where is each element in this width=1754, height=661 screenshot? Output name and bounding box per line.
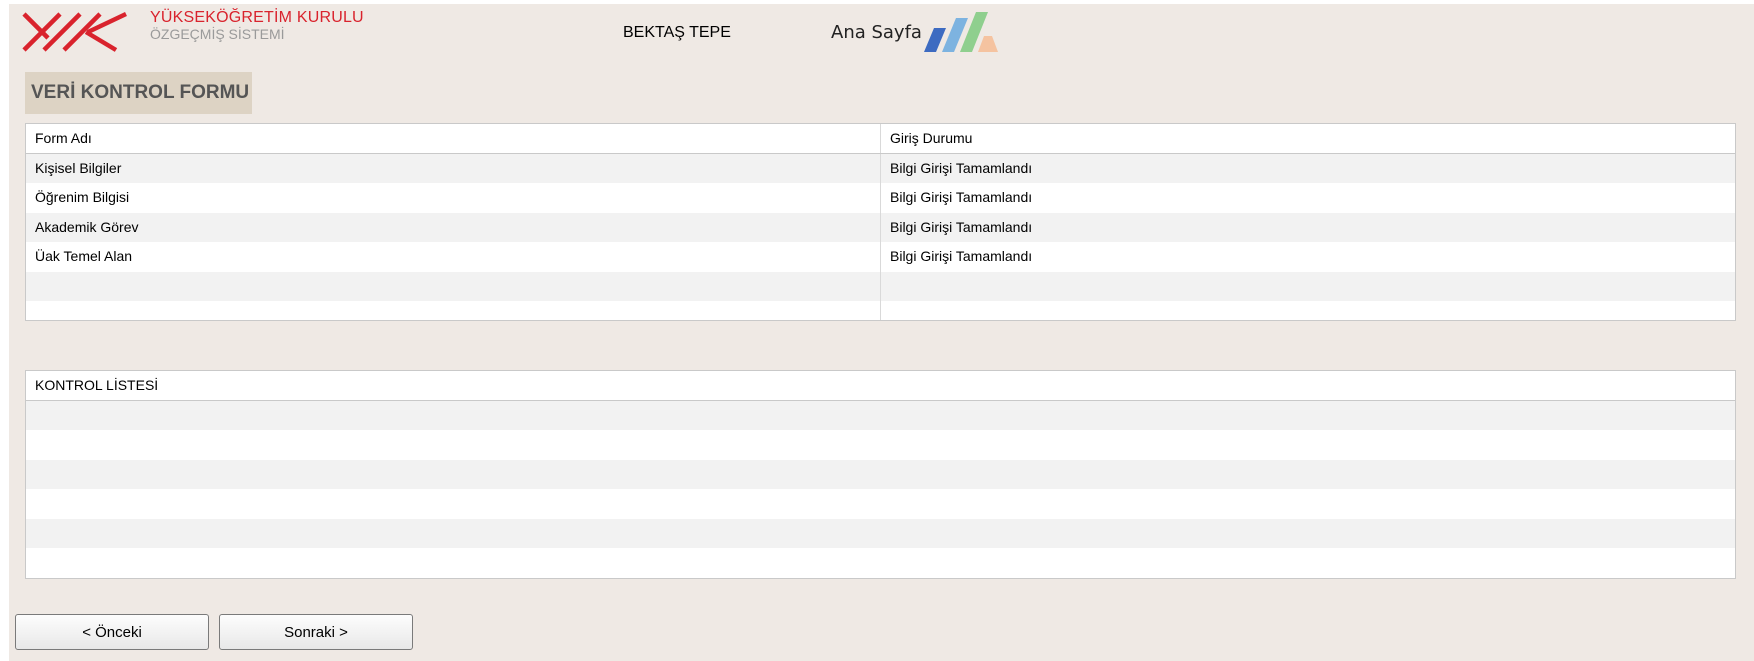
- empty-table-row: [26, 430, 1735, 460]
- checklist-header-row: KONTROL LİSTESİ: [26, 371, 1735, 401]
- empty-table-row: [26, 301, 1735, 320]
- empty-cell: [26, 271, 881, 301]
- empty-cell: [881, 301, 1735, 320]
- org-name: YÜKSEKÖĞRETİM KURULU: [150, 9, 364, 26]
- empty-table-row: [26, 459, 1735, 490]
- status-cell: Bilgi Girişi Tamamlandı: [890, 218, 1033, 235]
- form-name-cell: Öğrenim Bilgisi: [26, 183, 881, 213]
- status-cell: Bilgi Girişi Tamamlandı: [890, 248, 1033, 264]
- system-name: ÖZGEÇMİŞ SİSTEMİ: [150, 26, 285, 42]
- page-title: VERİ KONTROL FORMU: [25, 72, 252, 114]
- empty-cell: [26, 430, 1735, 460]
- empty-cell: [26, 401, 1735, 431]
- empty-cell: [26, 460, 1735, 490]
- status-cell: Bilgi Girişi Tamamlandı: [890, 189, 1033, 205]
- form-name-cell: Akademik Görev: [26, 212, 881, 242]
- checklist-header: KONTROL LİSTESİ: [35, 377, 159, 393]
- table-row[interactable]: Öğrenim Bilgisi Bilgi Girişi Tamamlandı: [26, 183, 1735, 213]
- column-header: Form Adı: [26, 124, 881, 153]
- empty-cell: [881, 272, 1735, 302]
- user-name: BEKTAŞ TEPE: [623, 24, 731, 41]
- empty-table-row: [26, 400, 1735, 431]
- form-status-table: Form Adı Giriş Durumu Kişisel Bilgiler B…: [25, 123, 1736, 321]
- form-name-cell: Kişisel Bilgiler: [26, 153, 881, 183]
- empty-cell: [26, 548, 1735, 578]
- page-background: YÜKSEKÖĞRETİM KURULU ÖZGEÇMİŞ SİSTEMİ BE…: [9, 4, 1754, 661]
- empty-table-row: [26, 548, 1735, 578]
- empty-table-row: [26, 518, 1735, 549]
- column-header: Giriş Durumu: [890, 130, 973, 146]
- empty-table-row: [26, 271, 1735, 302]
- form-name-cell: Üak Temel Alan: [26, 242, 881, 272]
- empty-cell: [26, 489, 1735, 519]
- table-row[interactable]: Kişisel Bilgiler Bilgi Girişi Tamamlandı: [26, 153, 1735, 183]
- brand-block: YÜKSEKÖĞRETİM KURULU ÖZGEÇMİŞ SİSTEMİ: [150, 9, 364, 43]
- next-button[interactable]: Sonraki >: [219, 614, 413, 650]
- empty-cell: [26, 301, 881, 320]
- yok-logo-icon: [22, 11, 127, 52]
- table-row[interactable]: Akademik Görev Bilgi Girişi Tamamlandı: [26, 212, 1735, 242]
- previous-button[interactable]: < Önceki: [15, 614, 209, 650]
- empty-cell: [26, 519, 1735, 549]
- table-row[interactable]: Üak Temel Alan Bilgi Girişi Tamamlandı: [26, 242, 1735, 272]
- table-header-row: Form Adı Giriş Durumu: [26, 124, 1735, 154]
- status-cell: Bilgi Girişi Tamamlandı: [890, 159, 1033, 176]
- bar-graphic-icon[interactable]: [922, 8, 1010, 56]
- empty-table-row: [26, 489, 1735, 519]
- home-link[interactable]: Ana Sayfa: [831, 22, 922, 43]
- checklist-table: KONTROL LİSTESİ: [25, 370, 1736, 579]
